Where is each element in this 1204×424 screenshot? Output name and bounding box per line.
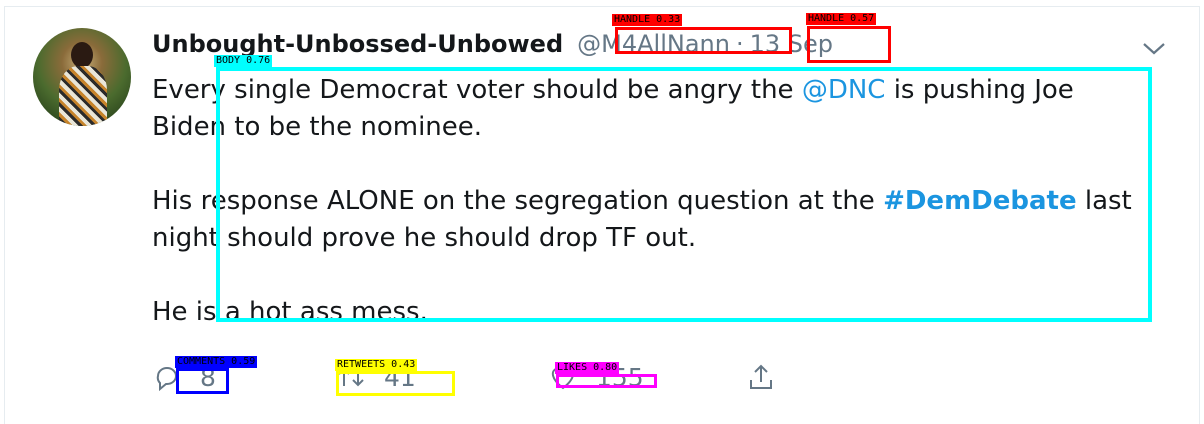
user-handle[interactable]: @M4AllNann [577,30,730,58]
share-icon [750,364,772,389]
annotation-retweets-label: RETWEETS 0.43 [335,359,418,371]
display-name[interactable]: Unbought-Unbossed-Unbowed [152,30,563,58]
separator: · [735,30,744,58]
annotation-comments-label: COMMENTS 0.59 [175,356,258,368]
avatar[interactable] [33,28,131,126]
annotation-body-label: BODY 0.76 [214,55,273,67]
tweet-date[interactable]: 13 Sep [750,30,833,58]
tweet-body: Every single Democrat voter should be an… [152,72,1142,331]
annotation-handle-label: HANDLE 0.33 [612,14,683,26]
tweet-paragraph: His response ALONE on the segregation qu… [152,186,1132,253]
share-button[interactable] [746,362,776,392]
hashtag-link[interactable]: #DemDebate [883,186,1077,216]
annotation-handle-label: HANDLE 0.57 [806,13,877,25]
tweet-actions: 8 41 155 [152,362,852,402]
tweet-paragraph: He is a hot ass mess. [152,297,428,327]
chevron-down-icon[interactable] [1140,36,1168,60]
mention-link[interactable]: @DNC [802,75,886,105]
tweet-paragraph: Every single Democrat voter should be an… [152,75,1074,142]
annotation-likes-label: LIKES 0.80 [555,362,620,374]
